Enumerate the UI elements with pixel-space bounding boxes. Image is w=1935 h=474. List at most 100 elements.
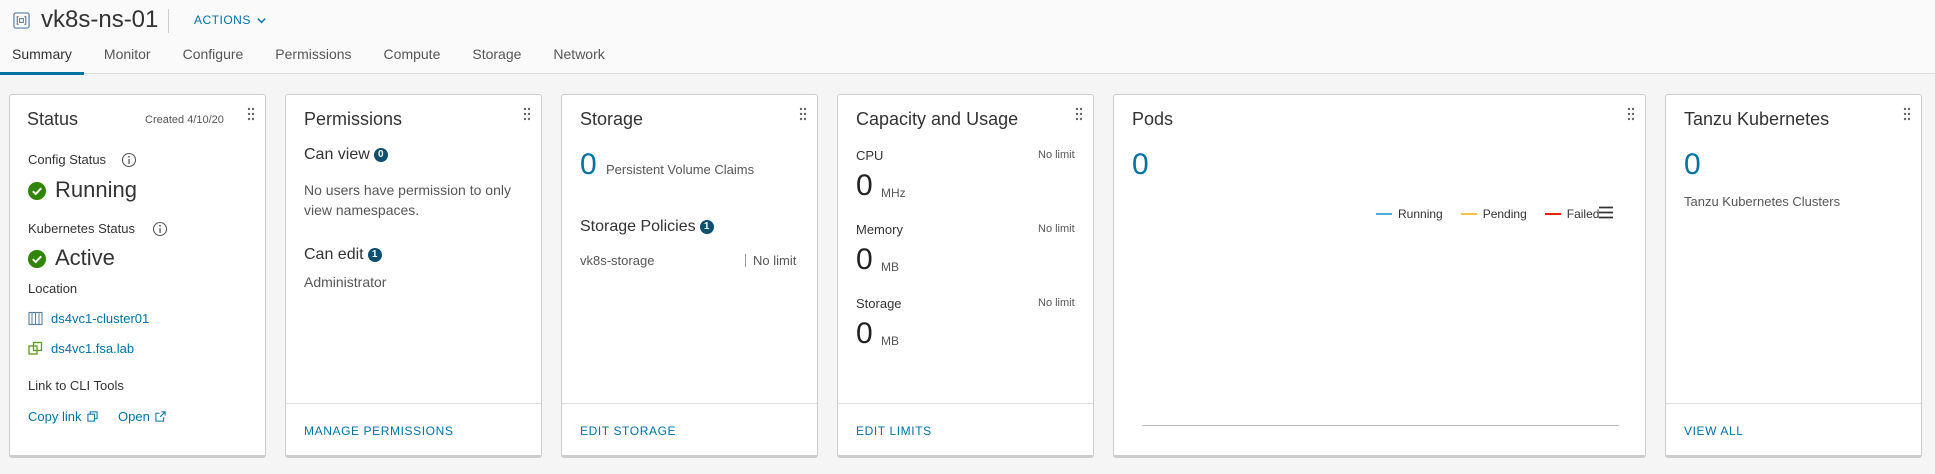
storage-limit: No limit (1038, 297, 1075, 309)
page-header: vk8s-ns-01 ACTIONS Summary Monitor Confi… (0, 0, 1935, 75)
cpu-value: 0 (856, 169, 873, 202)
tab-storage[interactable]: Storage (460, 47, 533, 74)
storage-policies-count-badge: 1 (699, 220, 714, 234)
storage-policies-label: Storage Policies (580, 218, 696, 235)
can-view-label: Can view (304, 146, 370, 163)
legend-pending[interactable]: Pending (1460, 207, 1527, 221)
legend-running-swatch (1376, 213, 1392, 215)
drag-handle-icon[interactable] (1627, 107, 1635, 121)
vcenter-link[interactable]: ds4vc1.fsa.lab (51, 341, 134, 356)
legend-pending-label: Pending (1482, 207, 1527, 221)
pvc-count[interactable]: 0 (580, 148, 597, 182)
tanzu-card-title: Tanzu Kubernetes (1684, 109, 1830, 129)
tab-bar: Summary Monitor Configure Permissions Co… (0, 47, 625, 75)
storage-policies-heading: Storage Policies 1 (580, 218, 714, 236)
info-icon[interactable] (121, 152, 137, 168)
storage-card-title: Storage (580, 109, 644, 129)
memory-label: Memory (856, 222, 903, 237)
storage-usage-unit: MB (881, 334, 899, 348)
edit-limits-button[interactable]: EDIT LIMITS (856, 424, 932, 438)
config-status-value: Running (55, 177, 137, 202)
namespace-icon (13, 12, 30, 29)
tanzu-card-footer: VIEW ALL (1666, 403, 1921, 455)
created-date: Created 4/10/20 (145, 114, 224, 126)
can-edit-count-badge: 1 (367, 248, 382, 262)
legend-failed-swatch (1544, 213, 1561, 215)
cluster-icon (28, 311, 43, 326)
tab-monitor[interactable]: Monitor (92, 47, 163, 74)
tanzu-clusters-label: Tanzu Kubernetes Clusters (1684, 194, 1841, 209)
tab-summary[interactable]: Summary (0, 47, 84, 75)
storage-card: Storage 0 Persistent Volume Claims Stora… (561, 94, 818, 458)
storage-usage-value: 0 (856, 317, 873, 350)
tab-configure[interactable]: Configure (171, 47, 256, 74)
cli-tools-label: Link to CLI Tools (28, 378, 124, 393)
info-icon[interactable] (152, 221, 168, 237)
edit-storage-button[interactable]: EDIT STORAGE (580, 424, 676, 438)
legend-running[interactable]: Running (1376, 207, 1443, 221)
copy-link-label: Copy link (28, 409, 82, 424)
location-label: Location (28, 281, 78, 296)
tab-permissions[interactable]: Permissions (263, 47, 363, 74)
pods-card: Pods 0 Running Pending Failed (1113, 94, 1646, 458)
drag-handle-icon[interactable] (247, 107, 255, 121)
storage-policy-name: vk8s-storage (580, 253, 655, 268)
chart-menu-icon[interactable] (1598, 206, 1614, 219)
capacity-card-title: Capacity and Usage (856, 109, 1019, 129)
drag-handle-icon[interactable] (1903, 107, 1911, 121)
can-edit-user: Administrator (304, 274, 387, 290)
can-view-count-badge: 0 (373, 148, 388, 162)
view-all-button[interactable]: VIEW ALL (1684, 424, 1744, 438)
drag-handle-icon[interactable] (1075, 107, 1083, 121)
cluster-link[interactable]: ds4vc1-cluster01 (51, 311, 149, 326)
title-divider (168, 9, 169, 33)
cpu-unit: MHz (881, 186, 906, 200)
running-check-icon (28, 182, 46, 200)
storage-usage-label: Storage (856, 296, 902, 311)
actions-menu-button[interactable]: ACTIONS (194, 13, 267, 27)
memory-value: 0 (856, 243, 873, 276)
kubernetes-status-label: Kubernetes Status (28, 221, 135, 236)
vcenter-icon (28, 341, 43, 355)
open-link-label: Open (118, 409, 150, 424)
permissions-card-footer: MANAGE PERMISSIONS (286, 403, 541, 455)
cpu-label: CPU (856, 148, 884, 163)
tab-network[interactable]: Network (541, 47, 616, 74)
config-status-label: Config Status (28, 152, 107, 167)
legend-failed-label: Failed (1566, 207, 1600, 221)
can-edit-label: Can edit (304, 246, 364, 263)
status-card: Status Created 4/10/20 Config Status Run… (9, 94, 266, 458)
page-title: vk8s-ns-01 (41, 6, 159, 33)
pods-chart-axis (1142, 425, 1619, 426)
manage-permissions-button[interactable]: MANAGE PERMISSIONS (304, 424, 454, 438)
legend-failed[interactable]: Failed (1544, 207, 1600, 221)
copy-link[interactable]: Copy link (28, 409, 98, 424)
drag-handle-icon[interactable] (523, 107, 531, 121)
can-view-heading: Can view 0 (304, 146, 388, 164)
pods-card-title: Pods (1132, 109, 1174, 129)
capacity-card: Capacity and Usage CPU No limit 0 MHz Me… (837, 94, 1094, 458)
storage-card-footer: EDIT STORAGE (562, 403, 817, 455)
policy-divider (745, 254, 746, 267)
external-link-icon (155, 411, 167, 422)
copy-icon (87, 411, 98, 422)
pods-count: 0 (1132, 148, 1149, 181)
can-edit-heading: Can edit 1 (304, 246, 382, 264)
legend-running-label: Running (1398, 207, 1443, 221)
memory-unit: MB (881, 260, 899, 274)
status-card-title: Status (27, 109, 79, 129)
memory-limit: No limit (1038, 223, 1075, 235)
capacity-card-footer: EDIT LIMITS (838, 403, 1093, 455)
storage-policy-limit: No limit (753, 253, 797, 268)
cpu-limit: No limit (1038, 149, 1075, 161)
tanzu-card: Tanzu Kubernetes 0 Tanzu Kubernetes Clus… (1665, 94, 1922, 458)
open-cli-link[interactable]: Open (118, 409, 167, 424)
kubernetes-status-value: Active (55, 245, 115, 270)
pvc-label: Persistent Volume Claims (606, 162, 755, 177)
legend-pending-swatch (1460, 213, 1477, 215)
tab-compute[interactable]: Compute (372, 47, 453, 74)
active-check-icon (28, 250, 46, 268)
permissions-card: Permissions Can view 0 No users have perm… (285, 94, 542, 458)
drag-handle-icon[interactable] (799, 107, 807, 121)
tanzu-clusters-count[interactable]: 0 (1684, 148, 1701, 182)
